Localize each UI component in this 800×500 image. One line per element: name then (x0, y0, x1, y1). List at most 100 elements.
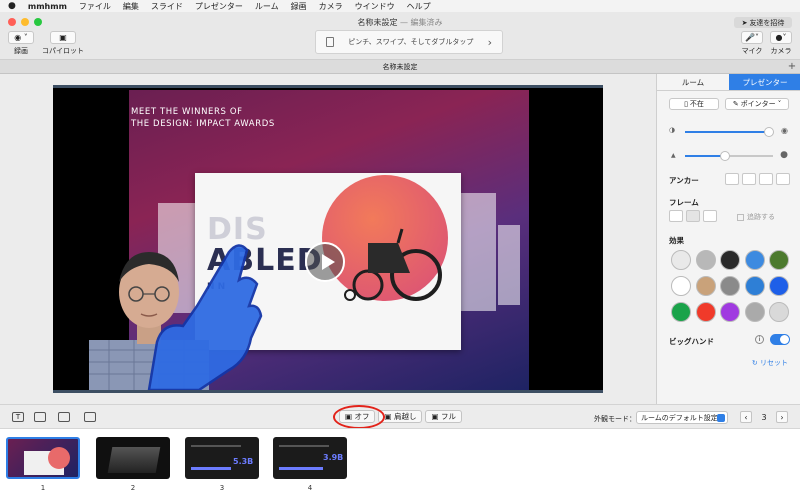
menu-help[interactable]: ヘルプ (407, 1, 431, 12)
slide-pager: ‹ 3 › (740, 411, 788, 423)
reset-icon: ↻ (751, 359, 758, 367)
opacity-slider[interactable] (685, 127, 774, 137)
copilot-label: コパイロット (42, 47, 84, 55)
anchor-top-right-button[interactable] (759, 173, 773, 185)
bottom-toolbar: T ▣ オフ ▣ 肩越し ▣ フル 外観モード： ルームのデフォルト設定 ‹ 3… (0, 404, 800, 429)
effect-swatch[interactable] (769, 276, 789, 296)
menu-room[interactable]: ルーム (255, 1, 279, 12)
window-title: 名称未設定 — 編集済み (0, 17, 800, 28)
title-separator: — (400, 18, 408, 27)
slide-headline: MEET THE WINNERS OF THE DESIGN: IMPACT A… (131, 106, 275, 130)
mode-shoulder-button[interactable]: ▣ 肩越し (378, 410, 423, 423)
reset-label: リセット (760, 359, 788, 367)
slide-thumbnail-strip: 1 2 5.3B 3 3.9B 4 (0, 428, 800, 500)
pointer-dropdown[interactable]: ✎ ポインター ˅ (725, 98, 789, 110)
frame-options (669, 210, 717, 222)
anchor-bottom-left-button[interactable] (725, 173, 739, 185)
copilot-button[interactable]: ▣ コパイロット (42, 31, 84, 56)
play-icon[interactable] (305, 242, 345, 282)
microphone-label: マイク (741, 47, 763, 55)
effect-swatch[interactable] (744, 276, 765, 296)
tab-presenter[interactable]: プレゼンター (729, 74, 800, 90)
effect-swatch[interactable] (671, 302, 691, 322)
microphone-icon: 🎤˅ (741, 31, 763, 44)
thumb-stat-4: 3.9B (323, 453, 344, 462)
size-slider[interactable] (685, 151, 773, 161)
slide-deck-icon[interactable] (84, 412, 96, 422)
menu-camera[interactable]: カメラ (319, 1, 343, 12)
apple-menu-icon[interactable]: ● (8, 1, 16, 11)
document-tab[interactable]: 名称未設定 (383, 63, 418, 71)
chevron-down-icon: ˅ (777, 100, 782, 108)
image-tool-icon[interactable] (34, 412, 46, 422)
stage-area: MEET THE WINNERS OF THE DESIGN: IMPACT A… (0, 74, 656, 404)
effect-swatch[interactable] (695, 276, 716, 296)
slide-thumbnail-4[interactable]: 3.9B (273, 437, 347, 479)
menu-window[interactable]: ウインドウ (355, 1, 395, 12)
effect-swatch[interactable] (744, 302, 765, 322)
chevron-right-icon[interactable]: › (488, 36, 492, 49)
screen-share-icon[interactable] (58, 412, 70, 422)
anchor-heading: アンカー (669, 176, 699, 185)
effect-swatch[interactable] (695, 302, 716, 322)
effect-swatch[interactable] (744, 250, 765, 270)
menu-edit[interactable]: 編集 (123, 1, 139, 12)
effect-swatch[interactable] (720, 302, 740, 322)
away-button[interactable]: ▯ 不在 (669, 98, 719, 110)
thumb-stat-3: 5.3B (233, 457, 254, 466)
size-slider-knob[interactable] (719, 151, 730, 161)
menu-slide[interactable]: スライド (151, 1, 183, 12)
copilot-icon: ▣ (50, 31, 76, 44)
effects-heading: 効果 (669, 236, 684, 245)
highlight-annotation-ring (333, 405, 385, 429)
slide-thumbnail-2[interactable] (96, 437, 170, 479)
effect-swatch[interactable] (671, 250, 691, 270)
camera-icon: ●˅ (770, 31, 792, 44)
effect-swatch[interactable] (695, 250, 716, 270)
menu-record[interactable]: 録画 (291, 1, 307, 12)
tab-room[interactable]: ルーム (657, 74, 729, 90)
menu-app-name[interactable]: mmhmm (28, 2, 67, 11)
anchor-top-left-button[interactable] (742, 173, 756, 185)
effect-swatch[interactable] (769, 250, 789, 270)
info-icon[interactable]: i (755, 335, 764, 344)
gesture-hint-text: ピンチ、スワイプ、そしてダブルタップ (348, 38, 474, 46)
next-slide-button[interactable]: › (776, 411, 788, 423)
big-hands-toggle[interactable] (770, 334, 790, 345)
anchor-options (725, 173, 790, 185)
effect-swatch[interactable] (671, 276, 691, 296)
add-tab-button[interactable]: + (786, 61, 798, 73)
big-hands-label: ビッグハンド (669, 337, 714, 346)
slide-thumbnail-3[interactable]: 5.3B (185, 437, 259, 479)
effect-swatch[interactable] (720, 250, 740, 270)
camera-label: カメラ (770, 47, 792, 55)
menu-file[interactable]: ファイル (79, 1, 111, 12)
gesture-hint-banner[interactable]: ピンチ、スワイプ、そしてダブルタップ › (315, 30, 503, 54)
slide-preview[interactable]: MEET THE WINNERS OF THE DESIGN: IMPACT A… (53, 85, 603, 393)
opacity-slider-knob[interactable] (763, 127, 774, 137)
thumb-circle (48, 447, 70, 469)
follow-checkbox[interactable]: 追跡する (737, 212, 775, 222)
camera-button[interactable]: ●˅ カメラ (770, 31, 792, 56)
frame-arch-button[interactable] (703, 210, 717, 222)
mode-full-button[interactable]: ▣ フル (425, 410, 462, 423)
invite-friends-button[interactable]: ➤ 友達を招待 (734, 17, 792, 28)
frame-rect-button[interactable] (686, 210, 700, 222)
slide-thumbnail-1[interactable] (6, 437, 80, 479)
reset-link[interactable]: ↻ リセット (752, 358, 788, 368)
frame-person-button[interactable] (669, 210, 683, 222)
anchor-bottom-right-button[interactable] (776, 173, 790, 185)
slide-number-1: 1 (40, 484, 46, 492)
menu-presenter[interactable]: プレゼンター (195, 1, 243, 12)
record-button[interactable]: ◉ ˅ 録画 (8, 31, 34, 56)
effect-swatch[interactable] (769, 302, 789, 322)
opacity-low-icon: ◑ (669, 126, 676, 134)
effect-swatch[interactable] (720, 276, 740, 296)
text-tool-icon[interactable]: T (12, 412, 24, 422)
appearance-mode-select[interactable]: ルームのデフォルト設定 (636, 411, 728, 424)
select-caret-icon (717, 414, 725, 422)
microphone-button[interactable]: 🎤˅ マイク (741, 31, 763, 56)
previous-slide-button[interactable]: ‹ (740, 411, 752, 423)
follow-label: 追跡する (747, 213, 775, 221)
document-tab-bar: 名称未設定 + (0, 60, 800, 74)
